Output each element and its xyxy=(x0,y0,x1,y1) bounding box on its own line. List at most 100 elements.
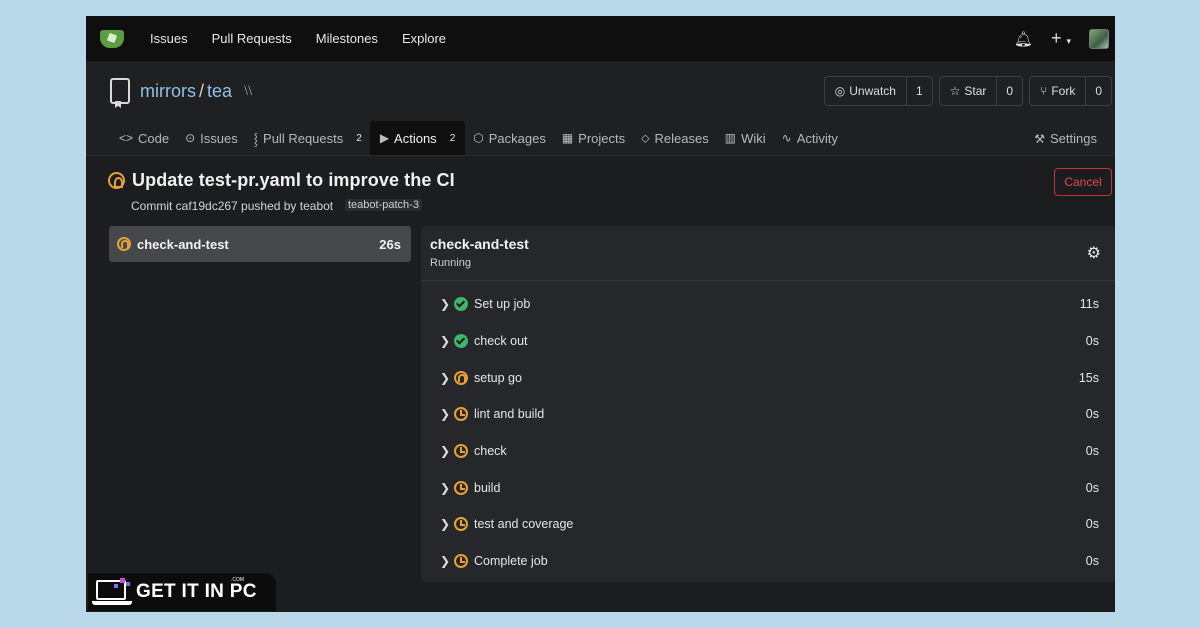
repo-icon xyxy=(110,78,130,104)
unwatch-button-group: ◎ Unwatch 1 xyxy=(823,76,933,106)
step-duration: 0s xyxy=(1085,444,1099,459)
star-icon: ☆ xyxy=(949,84,961,98)
step-name: lint and build xyxy=(474,407,545,422)
step-name: check xyxy=(474,444,507,459)
repo-owner-link[interactable]: mirrors xyxy=(140,81,196,102)
step-row[interactable]: ❯ build 0s xyxy=(421,469,1115,506)
tag-icon: ⬦ xyxy=(641,130,650,145)
fork-button-group: ⑂ Fork 0 xyxy=(1029,76,1112,106)
tab-actions[interactable]: ▶ Actions 2 xyxy=(369,121,466,155)
step-duration: 0s xyxy=(1085,517,1099,532)
cancel-button[interactable]: Cancel xyxy=(1054,168,1112,196)
top-navbar: Issues Pull Requests Milestones Explore … xyxy=(86,16,1115,61)
issue-icon: ⊙ xyxy=(185,131,196,145)
watchers-count[interactable]: 1 xyxy=(907,77,932,105)
success-status-icon xyxy=(454,334,468,349)
nav-issues[interactable]: Issues xyxy=(150,31,188,46)
step-duration: 11s xyxy=(1079,297,1099,312)
settings-tool-icon: ⚒ xyxy=(1034,131,1046,146)
gitea-logo-icon[interactable] xyxy=(100,29,124,48)
running-status-icon xyxy=(454,370,468,385)
step-row[interactable]: ❯ test and coverage 0s xyxy=(421,506,1115,543)
tab-releases[interactable]: ⬦ Releases xyxy=(633,121,717,155)
step-row[interactable]: ❯ Set up job 11s xyxy=(421,286,1115,323)
avatar[interactable] xyxy=(1089,28,1109,49)
running-status-icon xyxy=(117,237,131,251)
gear-icon[interactable]: ⚙ xyxy=(1087,243,1101,263)
chevron-right-icon[interactable]: ❯ xyxy=(440,334,454,348)
chevron-right-icon[interactable]: ❯ xyxy=(440,297,454,311)
waiting-status-icon xyxy=(454,480,468,495)
repo-header: mirrors / tea ⧵⧵ ◎ Unwatch 1 ☆ Star 0 ⑂ … xyxy=(86,61,1115,121)
run-branch-label[interactable]: teabot-patch-3 xyxy=(345,199,422,211)
tab-code[interactable]: <> Code xyxy=(111,121,177,155)
chevron-right-icon[interactable]: ❯ xyxy=(440,481,454,495)
forks-count[interactable]: 0 xyxy=(1086,77,1111,105)
bell-icon[interactable]: 🔔︎ xyxy=(1014,30,1033,48)
job-list-item[interactable]: check-and-test 26s xyxy=(109,226,411,262)
fork-button[interactable]: ⑂ Fork xyxy=(1030,77,1087,105)
repo-tabs: <> Code ⊙ Issues ⸾ Pull Requests 2 ▶ Act… xyxy=(86,121,1115,156)
success-status-icon xyxy=(454,297,468,312)
step-duration: 0s xyxy=(1085,407,1099,422)
stars-count[interactable]: 0 xyxy=(997,77,1022,105)
chevron-right-icon[interactable]: ❯ xyxy=(440,444,454,458)
repo-separator: / xyxy=(199,80,205,101)
tab-pull-requests[interactable]: ⸾ Pull Requests 2 xyxy=(246,121,370,155)
package-icon: ⬡ xyxy=(473,131,484,145)
step-name: check out xyxy=(474,334,528,349)
repo-name-link[interactable]: tea xyxy=(207,81,232,102)
tab-activity[interactable]: ∿ Activity xyxy=(774,121,846,155)
chevron-right-icon[interactable]: ❯ xyxy=(440,554,454,568)
waiting-status-icon xyxy=(454,407,468,422)
tab-wiki[interactable]: ▥ Wiki xyxy=(717,121,774,155)
step-duration: 15s xyxy=(1078,370,1099,385)
play-circle-icon: ▶ xyxy=(379,131,390,145)
eye-slash-icon: ◎ xyxy=(834,84,846,98)
star-button[interactable]: ☆ Star xyxy=(940,77,998,105)
project-icon: ▦ xyxy=(561,131,574,145)
create-menu-button[interactable]: + ▾ xyxy=(1051,28,1071,49)
watermark-text: GET IT IN PC xyxy=(136,581,257,602)
tab-settings[interactable]: ⚒ Settings xyxy=(1026,121,1105,156)
unwatch-button[interactable]: ◎ Unwatch xyxy=(825,77,907,105)
step-name: Set up job xyxy=(474,297,531,312)
step-name: setup go xyxy=(474,370,522,385)
step-row[interactable]: ❯ check out 0s xyxy=(421,323,1115,360)
star-button-group: ☆ Star 0 xyxy=(938,76,1024,106)
run-title: Update test-pr.yaml to improve the CI xyxy=(132,170,455,190)
step-name: build xyxy=(474,480,501,495)
chevron-right-icon[interactable]: ❯ xyxy=(440,407,454,421)
tab-issues[interactable]: ⊙ Issues xyxy=(177,121,246,155)
step-duration: 0s xyxy=(1085,554,1099,569)
step-list: ❯ Set up job 11s ❯ check out 0s ❯ setup go 15s ❯ l… xyxy=(421,286,1115,580)
chevron-right-icon[interactable]: ❯ xyxy=(440,517,454,531)
step-row[interactable]: ❯ setup go 15s xyxy=(421,359,1115,396)
job-detail-title: check-and-test xyxy=(430,236,529,252)
tab-packages[interactable]: ⬡ Packages xyxy=(465,121,554,155)
chevron-right-icon[interactable]: ❯ xyxy=(440,371,454,385)
job-detail-panel: check-and-test Running ⚙ ❯ Set up job 11s ❯… xyxy=(421,226,1115,582)
waiting-status-icon xyxy=(454,444,468,459)
step-row[interactable]: ❯ lint and build 0s xyxy=(421,396,1115,433)
step-row[interactable]: ❯ Complete job 0s xyxy=(421,543,1115,580)
nav-pull-requests[interactable]: Pull Requests xyxy=(212,31,292,46)
nav-explore[interactable]: Explore xyxy=(402,31,446,46)
step-row[interactable]: ❯ check 0s xyxy=(421,433,1115,470)
step-name: Complete job xyxy=(474,554,548,569)
step-duration: 0s xyxy=(1085,334,1099,349)
watermark-suffix: .COM xyxy=(230,577,244,583)
waiting-status-icon xyxy=(454,554,468,569)
nav-milestones[interactable]: Milestones xyxy=(316,31,378,46)
running-status-icon xyxy=(108,172,125,189)
run-commit-info: Commit caf19dc267 pushed by teabot xyxy=(131,199,334,213)
rss-icon[interactable]: ⧵⧵ xyxy=(244,83,252,99)
watermark-logo: GET IT IN PC .COM xyxy=(88,573,276,611)
tab-projects[interactable]: ▦ Projects xyxy=(554,121,633,155)
job-detail-status: Running xyxy=(430,257,471,269)
pull-request-icon: ⸾ xyxy=(253,131,259,146)
actions-count: 2 xyxy=(449,132,456,144)
fork-icon: ⑂ xyxy=(1040,84,1048,98)
app-window: Issues Pull Requests Milestones Explore … xyxy=(86,16,1115,612)
job-name: check-and-test xyxy=(137,236,229,252)
